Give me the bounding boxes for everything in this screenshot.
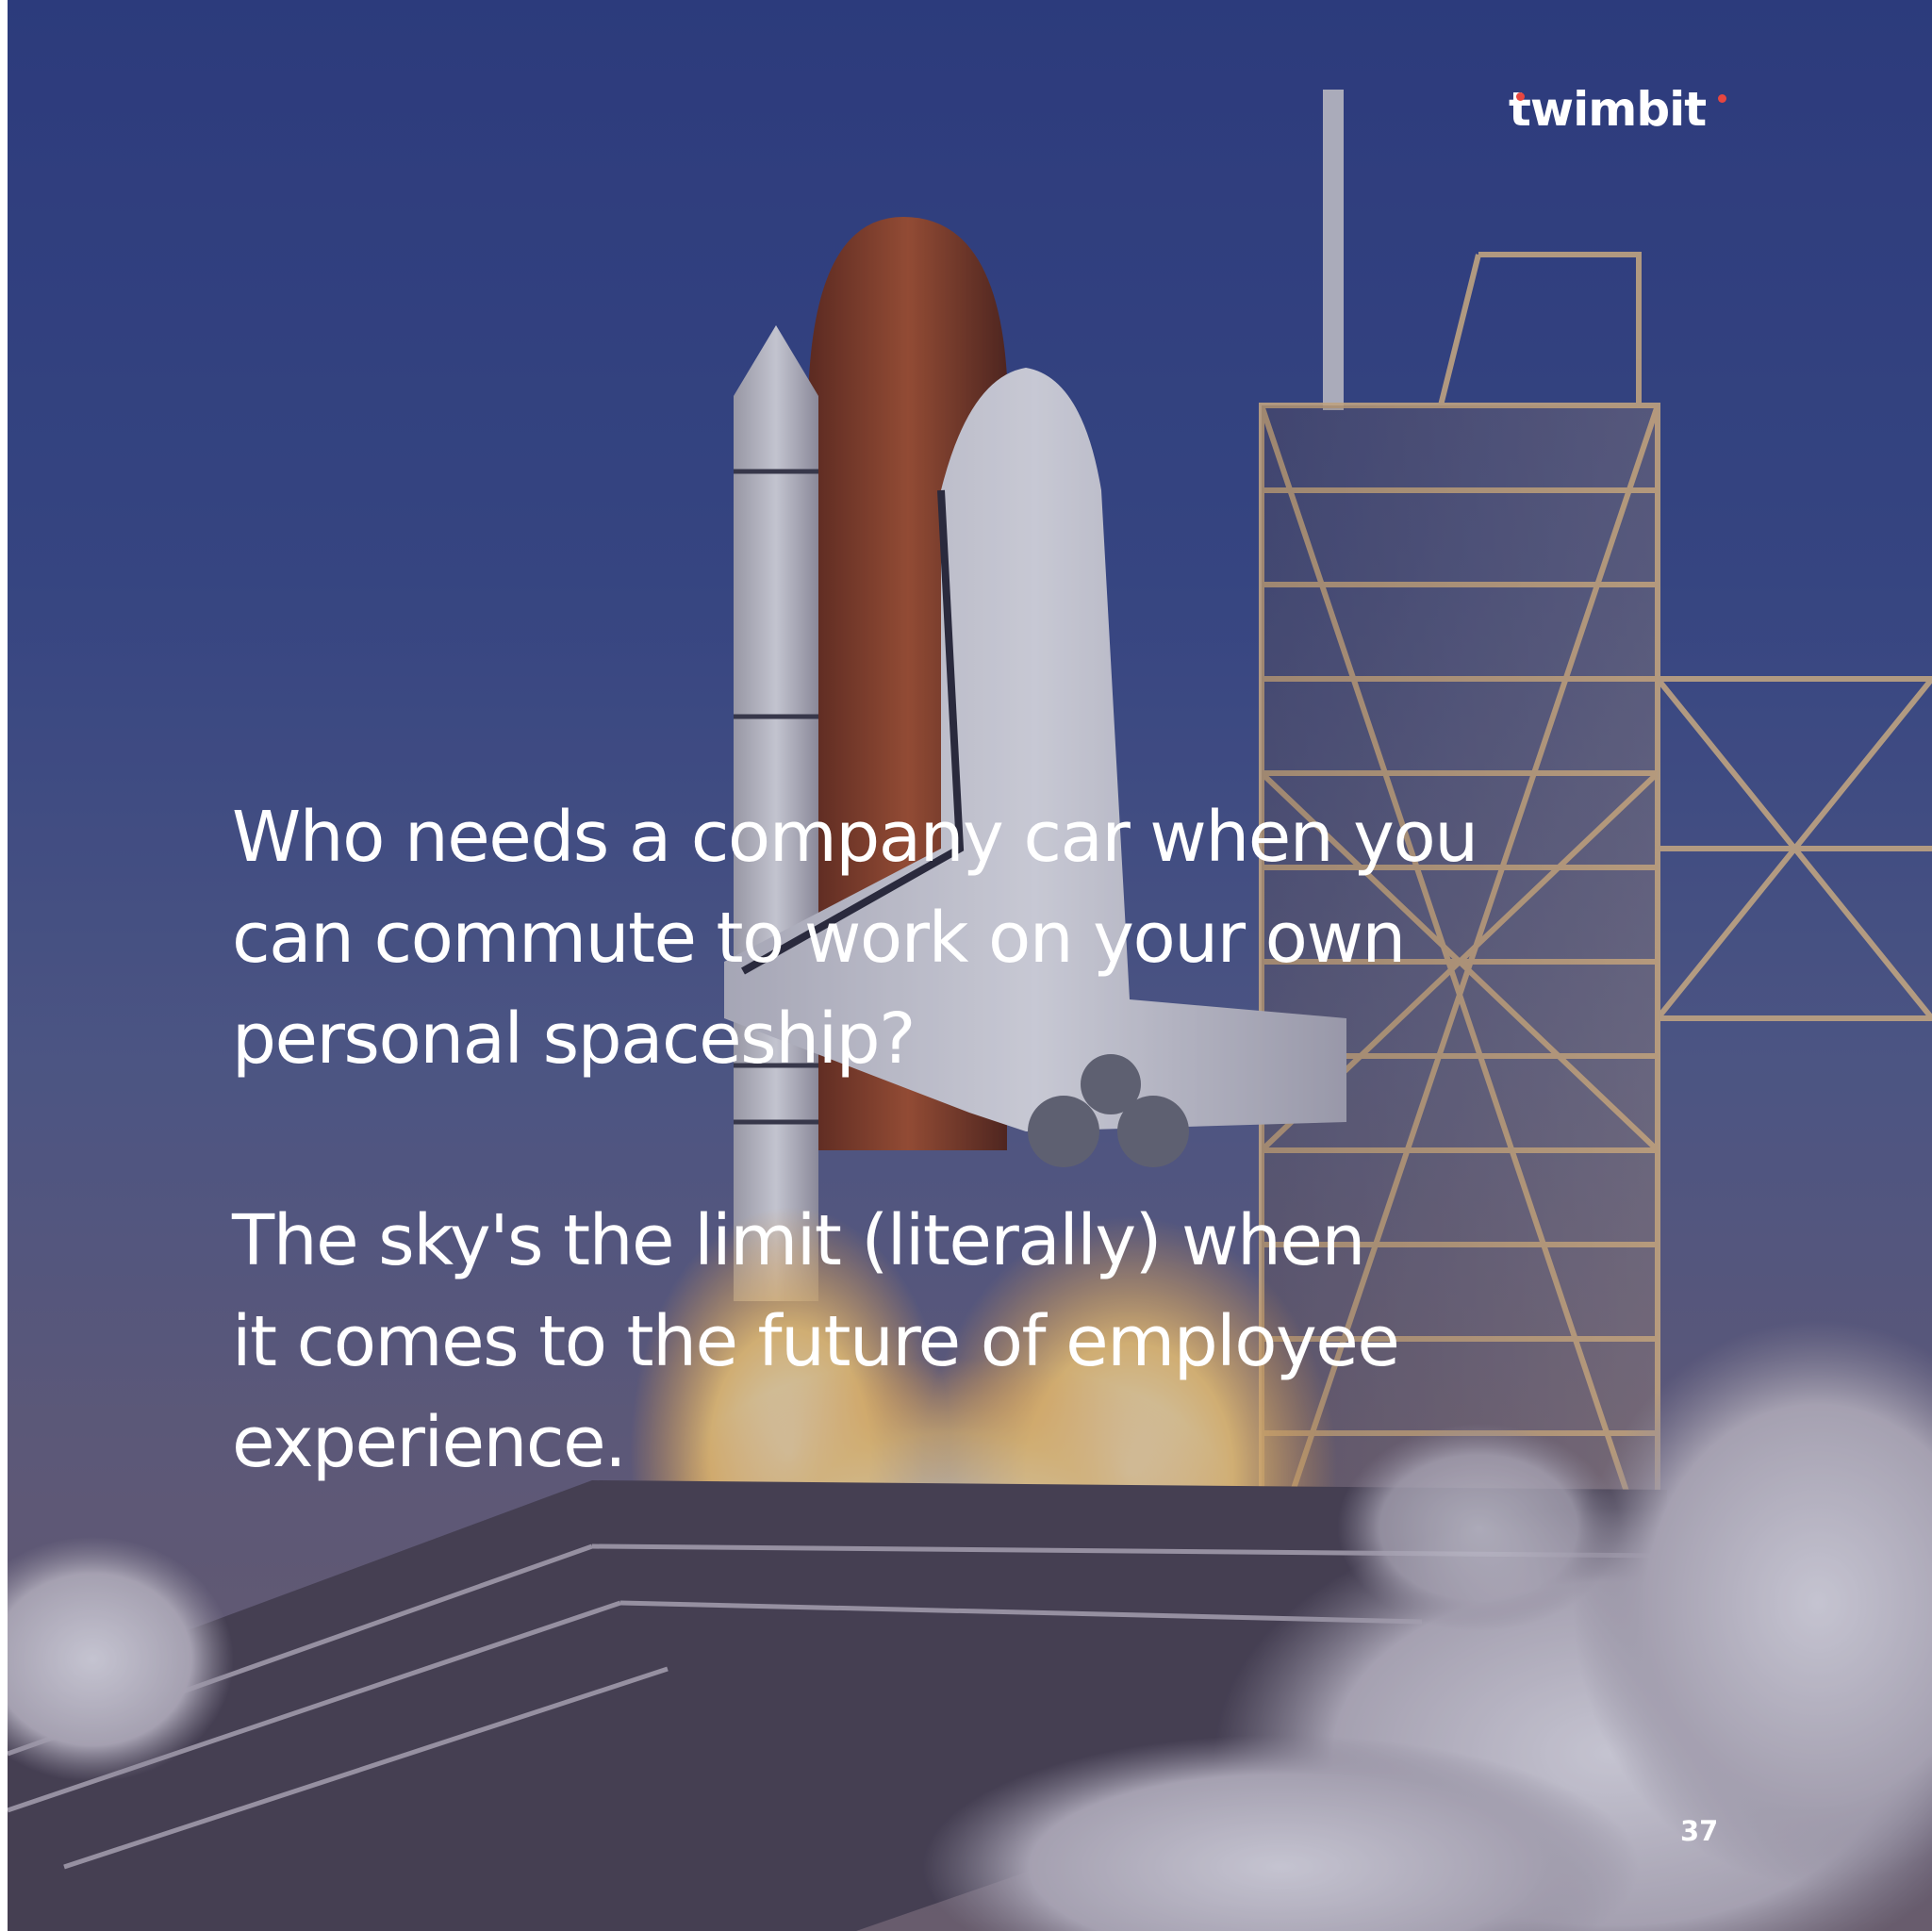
logo-text: twimbit [1509,82,1707,137]
logo-dot-icon [1516,92,1525,101]
page-edge [0,0,8,1931]
paragraph-sky-limit: The sky's the limit (literally) when it … [232,1200,1400,1483]
paragraph-spaceship-question: Who needs a company car when you can com… [232,797,1478,1080]
page-number: 37 [1680,1815,1719,1847]
logo-dot-icon [1718,94,1726,103]
twimbit-logo: twimbit [1509,81,1735,138]
document-page: twimbit Who needs a company car when you… [0,0,1932,1931]
headline-text-block: Who needs a company car when you can com… [232,787,1552,1494]
